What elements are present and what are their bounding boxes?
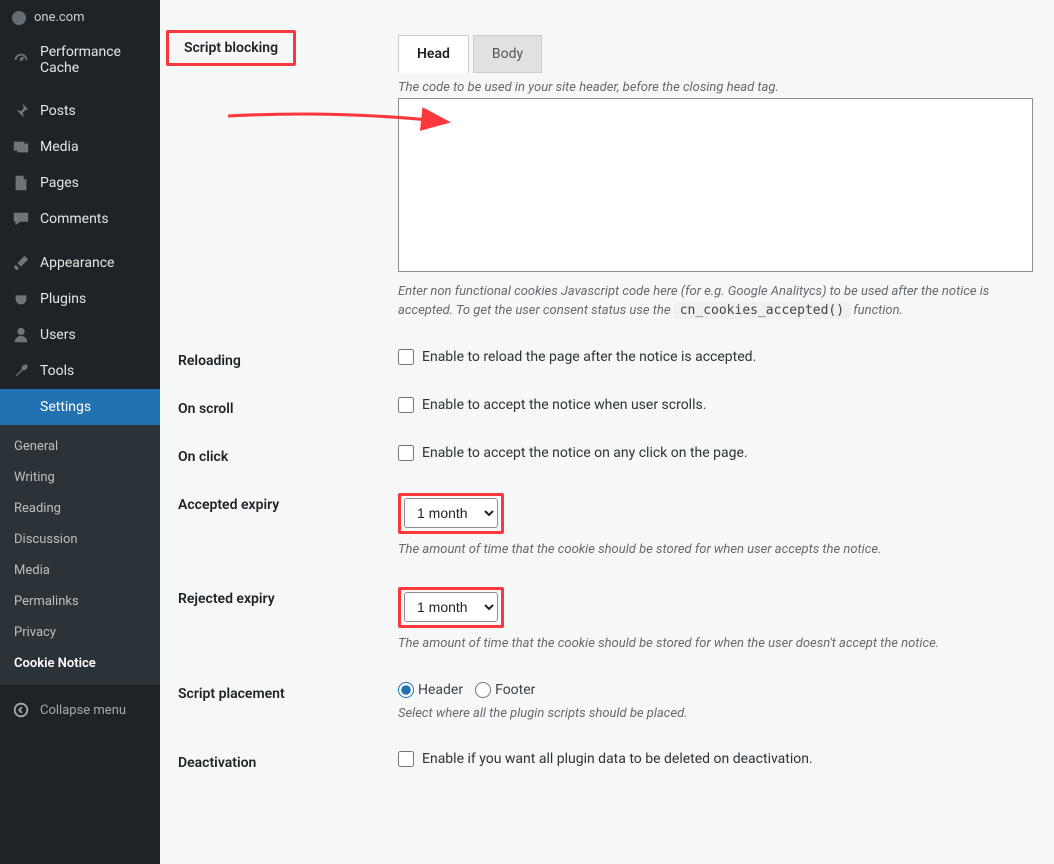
code-help-text: Enter non functional cookies Javascript … — [398, 282, 1036, 321]
sub-cookie-notice[interactable]: Cookie Notice — [0, 648, 160, 679]
sub-media[interactable]: Media — [0, 555, 160, 586]
onclick-checkbox[interactable] — [398, 445, 414, 461]
label: Media — [40, 139, 79, 155]
sub-privacy[interactable]: Privacy — [0, 617, 160, 648]
placement-footer-radio[interactable] — [475, 682, 491, 698]
accepted-expiry-label: Accepted expiry — [178, 493, 398, 513]
sidebar: one.com Performance Cache Posts Media Pa… — [0, 0, 160, 864]
accepted-expiry-select[interactable]: 1 month — [404, 498, 498, 528]
sidebar-item-appearance[interactable]: Appearance — [0, 245, 160, 281]
sidebar-item-users[interactable]: Users — [0, 317, 160, 353]
rejected-expiry-label: Rejected expiry — [178, 587, 398, 607]
sub-general[interactable]: General — [0, 431, 160, 462]
code-function: cn_cookies_accepted() — [674, 302, 850, 319]
gauge-icon — [12, 51, 30, 69]
onscroll-label: On scroll — [178, 397, 398, 417]
sidebar-item-plugins[interactable]: Plugins — [0, 281, 160, 317]
brush-icon — [12, 254, 30, 272]
user-icon — [12, 326, 30, 344]
code-tabs: Head Body — [398, 34, 1036, 72]
sidebar-item-settings[interactable]: Settings — [0, 389, 160, 425]
plug-icon — [12, 290, 30, 308]
label: Posts — [40, 103, 76, 119]
main-content: Script blocking Head Body The code to be… — [160, 0, 1054, 864]
deactivation-checkbox[interactable] — [398, 751, 414, 767]
script-blocking-label: Script blocking — [166, 30, 296, 66]
sidebar-item-performance[interactable]: Performance Cache — [0, 35, 160, 85]
comment-icon — [12, 210, 30, 228]
reloading-text: Enable to reload the page after the noti… — [422, 349, 756, 365]
label: Comments — [40, 211, 109, 227]
annotation-accepted-box: 1 month — [398, 493, 504, 534]
sidebar-item-media[interactable]: Media — [0, 129, 160, 165]
label: Settings — [40, 399, 91, 415]
annotation-arrow — [220, 100, 460, 140]
head-code-description: The code to be used in your site header,… — [398, 78, 1036, 98]
label: Collapse menu — [40, 703, 126, 718]
head-code-textarea[interactable] — [398, 98, 1033, 272]
label: Tools — [40, 363, 74, 379]
sub-permalinks[interactable]: Permalinks — [0, 586, 160, 617]
placement-header-label: Header — [418, 682, 463, 698]
pages-icon — [12, 174, 30, 192]
placement-desc: Select where all the plugin scripts shou… — [398, 704, 1036, 724]
onclick-label: On click — [178, 445, 398, 465]
sub-writing[interactable]: Writing — [0, 462, 160, 493]
media-icon — [12, 138, 30, 156]
onclick-text: Enable to accept the notice on any click… — [422, 445, 748, 461]
collapse-menu[interactable]: Collapse menu — [0, 691, 160, 729]
sub-reading[interactable]: Reading — [0, 493, 160, 524]
rejected-desc: The amount of time that the cookie shoul… — [398, 634, 1036, 654]
sub-discussion[interactable]: Discussion — [0, 524, 160, 555]
sidebar-item-pages[interactable]: Pages — [0, 165, 160, 201]
onscroll-checkbox[interactable] — [398, 397, 414, 413]
label: Pages — [40, 175, 79, 191]
sidebar-item-tools[interactable]: Tools — [0, 353, 160, 389]
pin-icon — [12, 102, 30, 120]
label: Plugins — [40, 291, 86, 307]
reloading-label: Reloading — [178, 349, 398, 369]
annotation-rejected-box: 1 month — [398, 587, 504, 628]
sidebar-item-comments[interactable]: Comments — [0, 201, 160, 237]
deactivation-label: Deactivation — [178, 751, 398, 771]
label: Appearance — [40, 255, 114, 271]
brand-label: one.com — [34, 10, 85, 25]
deactivation-text: Enable if you want all plugin data to be… — [422, 751, 813, 767]
rejected-expiry-select[interactable]: 1 month — [404, 592, 498, 622]
placement-header-radio[interactable] — [398, 682, 414, 698]
accepted-desc: The amount of time that the cookie shoul… — [398, 540, 1036, 560]
label: Performance Cache — [40, 44, 148, 76]
brand-row[interactable]: one.com — [0, 0, 160, 35]
sidebar-item-posts[interactable]: Posts — [0, 93, 160, 129]
brand-icon — [12, 11, 26, 25]
collapse-icon — [12, 701, 30, 719]
sliders-icon — [12, 398, 30, 416]
reloading-checkbox[interactable] — [398, 349, 414, 365]
script-placement-label: Script placement — [178, 682, 398, 702]
label: Users — [40, 327, 76, 343]
settings-submenu: General Writing Reading Discussion Media… — [0, 425, 160, 685]
onscroll-text: Enable to accept the notice when user sc… — [422, 397, 706, 413]
placement-footer-label: Footer — [495, 682, 535, 698]
wrench-icon — [12, 362, 30, 380]
tab-head[interactable]: Head — [398, 35, 469, 73]
tab-body[interactable]: Body — [473, 35, 542, 73]
